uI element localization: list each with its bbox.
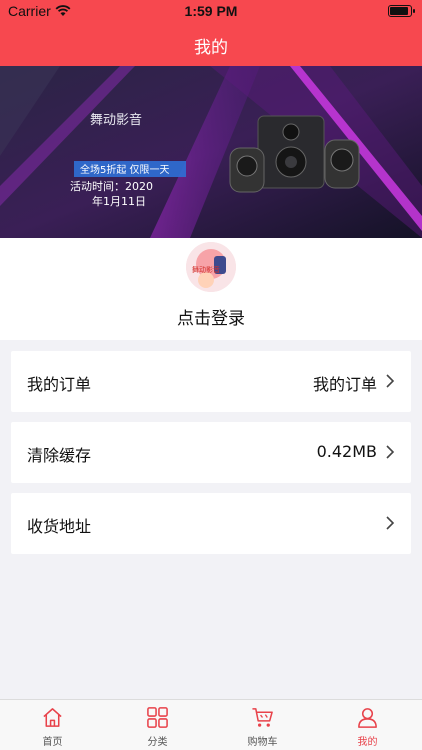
- row-value: 我的订单: [312, 375, 377, 394]
- banner-event-line1: 活动时间：2020: [70, 180, 153, 193]
- chevron-right-icon: [386, 516, 395, 530]
- status-bar: Carrier 1:59 PM: [0, 0, 422, 22]
- page-title: 我的: [194, 38, 228, 58]
- login-label[interactable]: 点击登录: [0, 304, 422, 329]
- row-clear-cache[interactable]: 清除缓存 0.42MB: [11, 422, 411, 483]
- tab-label: 购物车: [247, 737, 278, 748]
- avatar-logo-text: 舞动影音: [192, 265, 220, 274]
- row-my-orders[interactable]: 我的订单 我的订单: [11, 351, 411, 412]
- row-label: 收货地址: [27, 517, 92, 536]
- tab-category[interactable]: 分类: [105, 700, 210, 750]
- tab-bar: 首页 分类 购物车 我的: [0, 699, 422, 750]
- cart-icon: [252, 708, 273, 727]
- chevron-right-icon: [386, 374, 395, 388]
- tab-label: 我的: [357, 737, 378, 748]
- status-time: 1:59 PM: [184, 3, 238, 19]
- banner-promo: 全场5折起 仅限一天: [80, 163, 170, 176]
- banner-brand: 舞动影音: [90, 112, 142, 128]
- person-icon: [358, 708, 377, 728]
- chevron-right-icon: [386, 445, 395, 459]
- tab-label: 首页: [42, 737, 63, 748]
- nav-bar: 我的: [0, 22, 422, 66]
- row-shipping-address[interactable]: 收货地址: [11, 493, 411, 554]
- banner-graphic: 舞动影音 全场5折起 仅限一天 活动时间：2020 年1月11日: [0, 66, 422, 238]
- avatar[interactable]: 舞动影音: [186, 242, 236, 292]
- home-icon: [43, 708, 62, 727]
- battery-icon: [388, 5, 415, 17]
- profile-section[interactable]: 舞动影音 点击登录: [0, 238, 422, 340]
- tab-cart[interactable]: 购物车: [210, 700, 315, 750]
- row-value: 0.42MB: [316, 442, 377, 461]
- row-label: 我的订单: [27, 375, 92, 394]
- tab-mine[interactable]: 我的: [315, 700, 420, 750]
- promo-banner[interactable]: 舞动影音 全场5折起 仅限一天 活动时间：2020 年1月11日: [0, 66, 422, 238]
- grid-icon: [147, 707, 168, 728]
- banner-event-line2: 年1月11日: [92, 194, 146, 208]
- tab-label: 分类: [147, 737, 168, 748]
- tab-home[interactable]: 首页: [0, 700, 105, 750]
- row-label: 清除缓存: [27, 446, 92, 465]
